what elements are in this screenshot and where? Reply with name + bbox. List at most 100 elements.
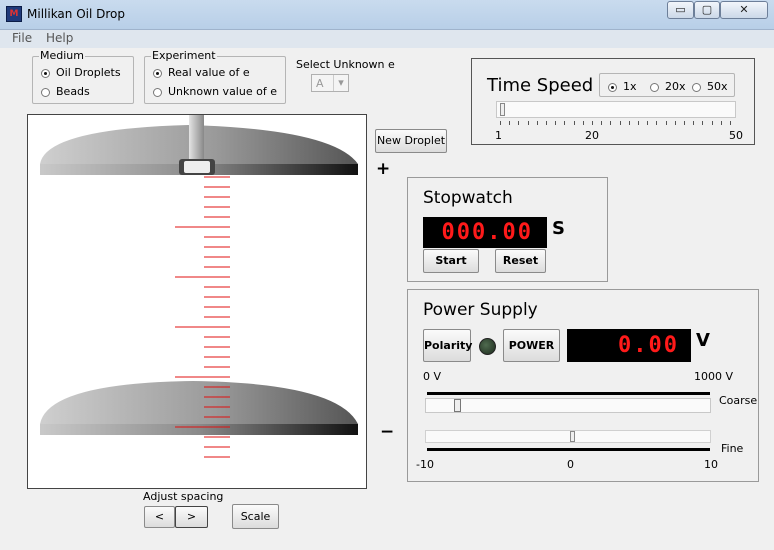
stopwatch-display: 000.00	[423, 217, 547, 248]
slider-tick	[693, 121, 695, 125]
coarse-track	[427, 392, 710, 395]
menu-file[interactable]: File	[12, 31, 32, 45]
radio-icon[interactable]	[41, 87, 50, 97]
new-droplet-button[interactable]: New Droplet	[375, 129, 447, 153]
slider-tick	[628, 121, 630, 125]
power-supply-title: Power Supply	[423, 300, 538, 320]
menu-bar: File Help	[0, 30, 774, 48]
fine-max-label: 10	[704, 458, 718, 471]
power-button[interactable]: POWER	[503, 329, 560, 362]
unknown-select[interactable]: A ▾	[311, 74, 349, 92]
coarse-slider[interactable]	[425, 398, 711, 413]
scale-button[interactable]: Scale	[232, 504, 279, 529]
slider-tick	[546, 121, 547, 125]
title-bar: M Millikan Oil Drop ▭ ▢ ✕	[0, 0, 774, 30]
slider-tick	[702, 121, 704, 125]
time-speed-title: Time Speed	[487, 75, 594, 96]
slider-tick	[730, 121, 731, 125]
slider-tick	[720, 121, 722, 125]
slider-tick	[610, 121, 612, 125]
minus-terminal-label: −	[380, 422, 395, 442]
radio-icon[interactable]	[153, 87, 162, 97]
stopwatch-title: Stopwatch	[423, 188, 513, 208]
minimize-button[interactable]: ▭	[667, 1, 694, 19]
coarse-max-label: 1000 V	[694, 370, 734, 383]
coarse-min-label: 0 V	[423, 370, 442, 383]
speed-tick-20: 20	[585, 129, 599, 142]
speed-options: 1x 20x 50x	[599, 73, 735, 97]
medium-option-beads[interactable]: Beads	[41, 85, 90, 98]
start-button[interactable]: Start	[423, 249, 479, 273]
speed-option-50x[interactable]: 50x	[692, 80, 728, 93]
slider-tick	[555, 121, 557, 125]
spacing-increase-button[interactable]: >	[175, 506, 208, 528]
fine-label: Fine	[721, 442, 744, 455]
plus-terminal-label: +	[376, 159, 391, 179]
fine-mid-label: 0	[567, 458, 574, 471]
experiment-legend: Experiment	[151, 49, 217, 62]
coarse-slider-thumb[interactable]	[454, 399, 461, 412]
fine-min-label: -10	[416, 458, 434, 471]
window-title: Millikan Oil Drop	[27, 7, 125, 21]
slider-tick	[619, 121, 621, 125]
power-supply-panel: Power Supply Polarity POWER 0.00 V 0 V 1…	[407, 289, 759, 482]
slider-tick	[647, 121, 649, 125]
radio-icon[interactable]	[692, 82, 701, 92]
radio-selected-icon[interactable]	[608, 82, 617, 92]
voltage-unit: V	[696, 330, 710, 351]
slider-tick	[564, 121, 566, 125]
experiment-option-unknown[interactable]: Unknown value of e	[153, 85, 277, 98]
maximize-button[interactable]: ▢	[694, 1, 720, 19]
coarse-label: Coarse	[719, 394, 758, 407]
polarity-button[interactable]: Polarity	[423, 329, 472, 362]
chevron-down-icon[interactable]: ▾	[333, 75, 348, 91]
slider-tick	[582, 121, 584, 125]
fine-slider[interactable]	[425, 430, 711, 443]
fine-track	[427, 448, 710, 451]
close-button[interactable]: ✕	[720, 1, 768, 19]
speed-tick-50: 50	[729, 129, 743, 142]
oil-drop-chamber	[27, 114, 367, 489]
radio-icon[interactable]	[650, 82, 659, 92]
radio-selected-icon[interactable]	[153, 68, 162, 78]
slider-tick	[638, 121, 639, 125]
slider-tick	[518, 121, 520, 125]
slider-tick	[500, 121, 501, 125]
spacing-decrease-button[interactable]: <	[144, 506, 175, 528]
slider-tick	[665, 121, 667, 125]
medium-group: Medium Oil Droplets Beads	[32, 49, 134, 104]
power-indicator-light	[479, 338, 496, 355]
unknown-select-value: A	[316, 77, 324, 90]
radio-selected-icon[interactable]	[41, 68, 50, 78]
stopwatch-unit: S	[552, 218, 565, 239]
time-speed-slider[interactable]	[496, 101, 736, 118]
stopwatch-panel: Stopwatch 000.00 S Start Reset	[407, 177, 608, 282]
slider-tick	[684, 121, 685, 125]
slider-tick	[674, 121, 676, 125]
reset-button[interactable]: Reset	[495, 249, 546, 273]
adjust-spacing-label: Adjust spacing	[143, 490, 224, 503]
slider-tick	[601, 121, 603, 125]
slider-tick	[527, 121, 529, 125]
time-speed-ticks	[500, 121, 736, 126]
experiment-group: Experiment Real value of e Unknown value…	[144, 49, 286, 104]
slider-tick	[656, 121, 658, 125]
medium-option-oil[interactable]: Oil Droplets	[41, 66, 121, 79]
fine-slider-thumb[interactable]	[570, 431, 575, 442]
slider-tick	[536, 121, 538, 125]
menu-help[interactable]: Help	[46, 31, 73, 45]
slider-tick	[573, 121, 575, 125]
medium-legend: Medium	[39, 49, 85, 62]
speed-option-20x[interactable]: 20x	[650, 80, 686, 93]
chamber-diagram	[40, 115, 358, 458]
slider-thumb[interactable]	[500, 103, 505, 116]
slider-tick	[711, 121, 713, 125]
slider-tick	[509, 121, 511, 125]
voltage-display: 0.00	[567, 329, 691, 362]
app-icon: M	[6, 6, 22, 22]
speed-option-1x[interactable]: 1x	[608, 80, 637, 93]
speed-tick-1: 1	[495, 129, 502, 142]
experiment-option-real[interactable]: Real value of e	[153, 66, 250, 79]
select-unknown-label: Select Unknown e	[296, 58, 395, 71]
slider-tick	[592, 121, 593, 125]
